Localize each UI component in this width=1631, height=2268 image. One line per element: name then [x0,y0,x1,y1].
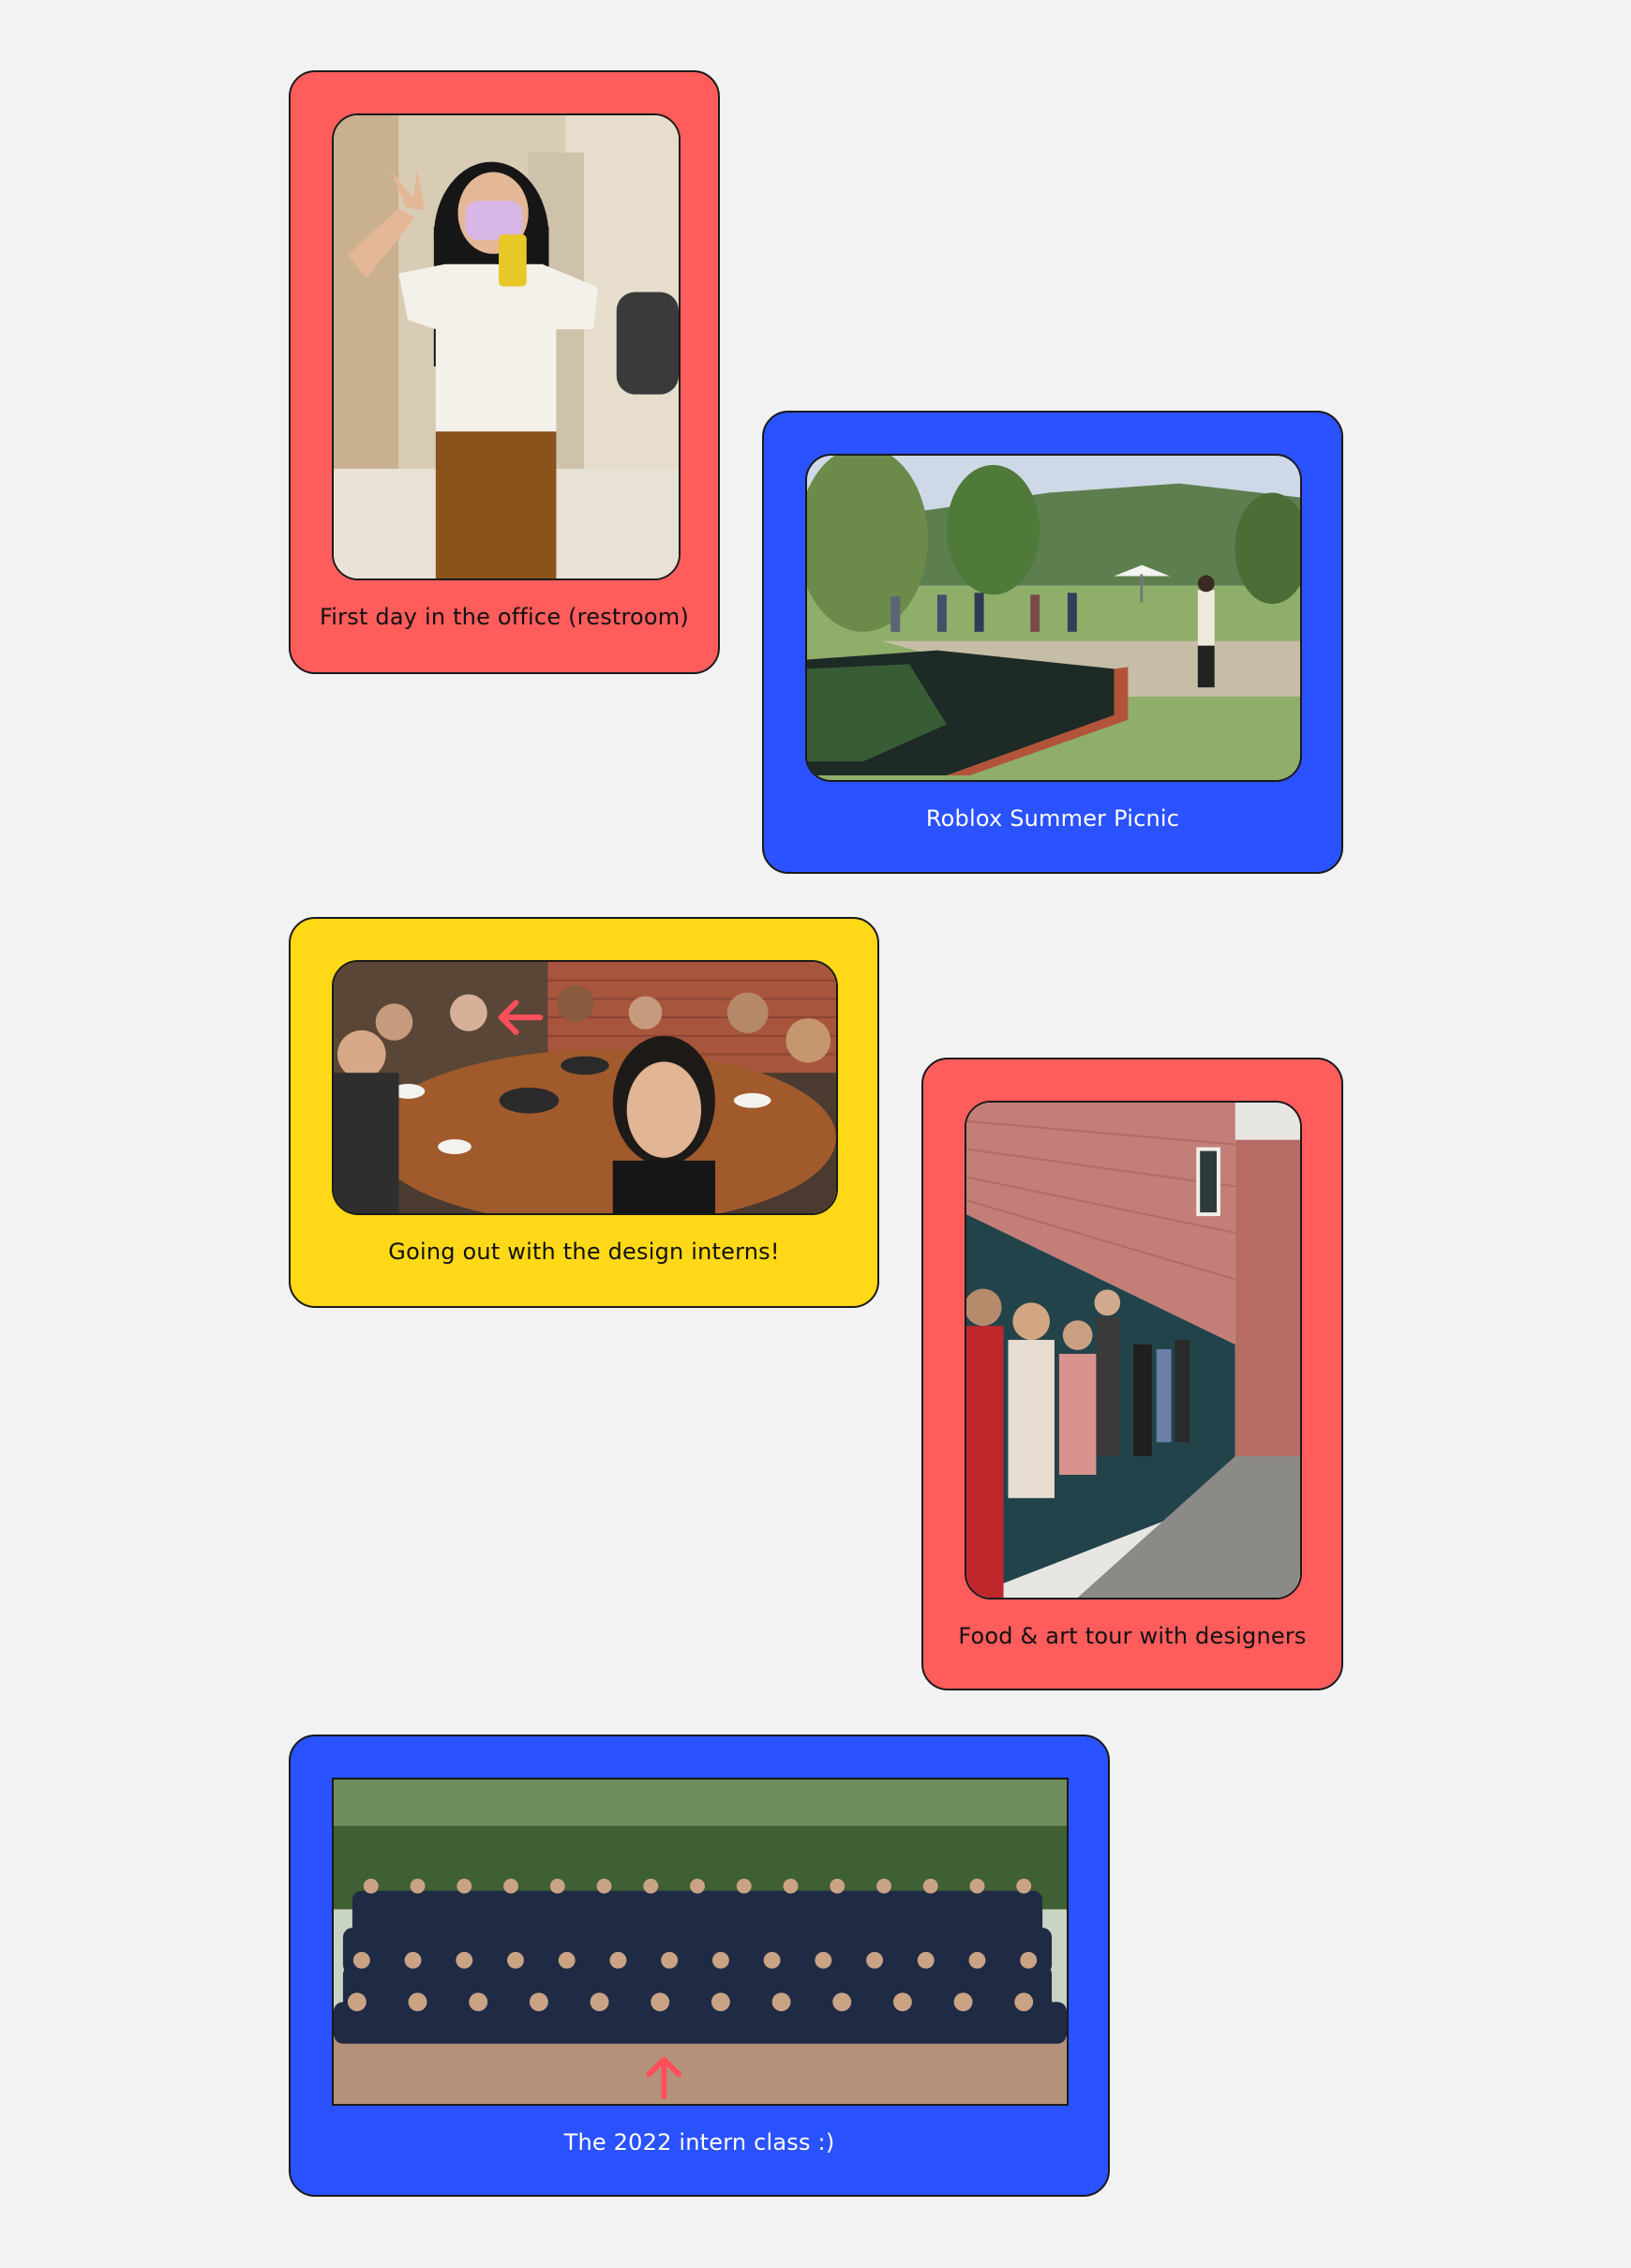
group-dinner-photo [332,960,838,1215]
photo-card-tour: Food & art tour with designers [921,1058,1343,1690]
card-caption: First day in the office (restroom) [320,604,689,630]
mirror-selfie-photo [332,113,681,580]
photo-card-intern-class: The 2022 intern class :) [289,1735,1110,2197]
garden-pond-photo [805,454,1302,782]
card-caption: Going out with the design interns! [388,1239,780,1265]
card-caption: Roblox Summer Picnic [925,805,1180,832]
photo-card-dinner: Going out with the design interns! [289,917,879,1308]
street-tour-photo [965,1101,1302,1600]
card-caption: The 2022 intern class :) [563,2129,835,2155]
card-caption: Food & art tour with designers [958,1623,1307,1649]
photo-card-picnic: Roblox Summer Picnic [762,411,1343,874]
photo-card-first-day: First day in the office (restroom) [289,70,720,674]
intern-class-group-photo [332,1778,1069,2106]
